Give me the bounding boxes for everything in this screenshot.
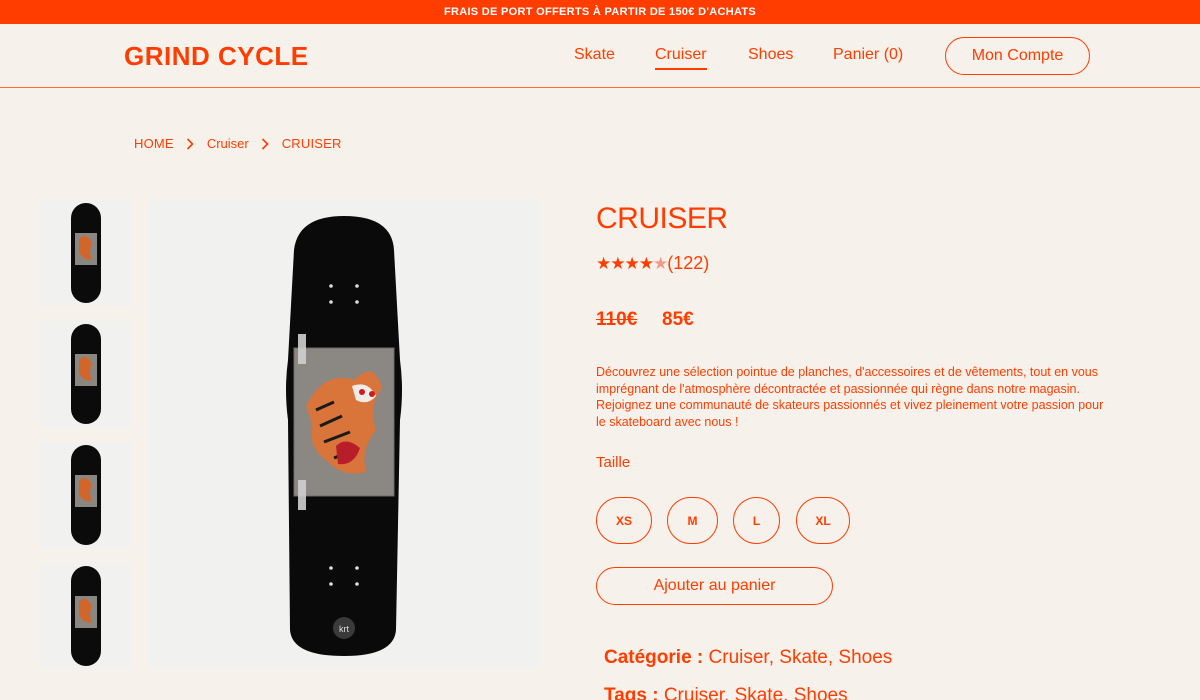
size-option-l[interactable]: L [733, 497, 780, 544]
chevron-right-icon [186, 137, 194, 150]
product-thumbnail[interactable] [40, 321, 132, 427]
category-label: Catégorie : [604, 647, 704, 668]
old-price: 110€ [596, 309, 638, 330]
tags-value[interactable]: Cruiser, Skate, Shoes [664, 685, 848, 700]
breadcrumb-home[interactable]: HOME [134, 136, 174, 151]
product-description: Découvrez une sélection pointue de planc… [596, 365, 1104, 429]
product-rating: ★★★★★ (122) [596, 253, 709, 274]
size-option-xs[interactable]: XS [596, 497, 652, 544]
size-option-m[interactable]: M [667, 497, 718, 544]
promo-text: FRAIS DE PORT OFFERTS À PARTIR DE 150€ D… [443, 6, 757, 18]
star-empty-icon: ★ [653, 253, 668, 273]
site-header: GRIND CYCLE Skate Cruiser Shoes Panier (… [0, 24, 1200, 88]
product-thumbnail[interactable] [40, 442, 132, 548]
nav-cruiser[interactable]: Cruiser [655, 46, 707, 70]
star-icon: ★ [638, 253, 654, 273]
breadcrumb-current: CRUISER [281, 136, 342, 151]
product-thumbnail[interactable] [40, 563, 132, 669]
site-logo[interactable]: GRIND CYCLE [124, 41, 309, 72]
size-option-xl[interactable]: XL [796, 497, 850, 544]
star-icon: ★ [596, 253, 611, 273]
star-icon: ★ [610, 253, 625, 273]
nav-shoes[interactable]: Shoes [748, 46, 793, 64]
product-thumbnail[interactable] [40, 200, 132, 306]
chevron-right-icon [261, 137, 269, 150]
size-label: Taille [596, 454, 631, 471]
category-value[interactable]: Cruiser, Skate, Shoes [709, 647, 893, 668]
nav-cart[interactable]: Panier (0) [833, 46, 903, 64]
product-main-image[interactable]: krt [147, 200, 541, 669]
product-title: CRUISER [596, 202, 728, 235]
star-icon: ★ [624, 253, 640, 273]
breadcrumb: HOME Cruiser CRUISER [134, 136, 342, 151]
product-tags: Tags : Cruiser, Skate, Shoes [604, 685, 848, 700]
add-to-cart-button[interactable]: Ajouter au panier [596, 567, 833, 605]
skateboard-deck-image: krt [286, 215, 402, 656]
rating-count: (122) [667, 253, 710, 273]
current-price: 85€ [662, 309, 694, 330]
svg-text:krt: krt [339, 624, 349, 634]
product-category: Catégorie : Cruiser, Skate, Shoes [604, 647, 892, 669]
rating-stars: ★★★★★ [596, 253, 668, 274]
promo-banner: FRAIS DE PORT OFFERTS À PARTIR DE 150€ D… [0, 0, 1200, 24]
account-button[interactable]: Mon Compte [945, 37, 1090, 75]
tags-label: Tags : [604, 685, 659, 700]
breadcrumb-cruiser[interactable]: Cruiser [207, 136, 249, 151]
nav-skate[interactable]: Skate [574, 46, 615, 64]
